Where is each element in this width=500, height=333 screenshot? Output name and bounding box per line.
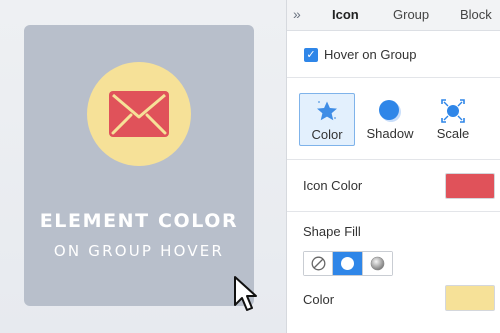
star-icon — [317, 101, 337, 121]
solid-circle-icon — [341, 257, 355, 270]
tab-bar: » Icon Group Block — [287, 0, 500, 31]
fill-color-label: Color — [303, 292, 335, 307]
tab-icon[interactable]: Icon — [332, 7, 359, 22]
fill-color-swatch[interactable] — [445, 285, 495, 311]
mode-color-button[interactable]: Color — [299, 93, 355, 146]
mode-shadow-button[interactable]: Shadow — [361, 93, 419, 146]
envelope-icon — [109, 91, 169, 137]
mode-shadow-label: Shadow — [366, 126, 414, 141]
icon-color-swatch[interactable] — [445, 173, 495, 199]
hover-effect-selector: Color Shadow Scale — [287, 78, 500, 160]
shadow-circle-icon — [379, 100, 401, 122]
card-title: ELEMENT COLOR — [39, 210, 239, 232]
settings-panel: » Icon Group Block ✓ Hover on Group Colo… — [286, 0, 500, 333]
mode-scale-button[interactable]: Scale — [425, 93, 481, 146]
icon-shape-circle — [87, 62, 191, 166]
preview-card[interactable]: ELEMENT COLOR ON GROUP HOVER — [24, 25, 254, 306]
gradient-circle-icon — [370, 256, 384, 271]
collapse-panel-icon[interactable]: » — [293, 6, 301, 22]
tab-group[interactable]: Group — [393, 7, 429, 22]
scale-icon — [441, 99, 465, 123]
fill-gradient-button[interactable] — [362, 252, 392, 275]
hover-on-group-row: ✓ Hover on Group — [287, 31, 500, 78]
mode-scale-label: Scale — [436, 126, 470, 141]
shape-fill-toggle — [303, 251, 393, 276]
shape-fill-label: Shape Fill — [303, 224, 361, 239]
hover-on-group-label[interactable]: Hover on Group — [324, 47, 417, 62]
canvas-area: ELEMENT COLOR ON GROUP HOVER — [0, 0, 286, 333]
mode-color-label: Color — [311, 127, 343, 142]
none-icon — [311, 256, 326, 271]
card-subtitle: ON GROUP HOVER — [53, 242, 225, 260]
fill-solid-button[interactable] — [333, 252, 363, 275]
icon-color-label: Icon Color — [303, 178, 363, 193]
mouse-cursor-icon — [234, 276, 257, 311]
shape-fill-section: Shape Fill Color — [287, 212, 500, 333]
fill-none-button[interactable] — [304, 252, 334, 275]
hover-on-group-checkbox[interactable]: ✓ — [304, 48, 318, 62]
tab-block[interactable]: Block — [460, 7, 492, 22]
icon-color-row: Icon Color — [287, 160, 500, 212]
